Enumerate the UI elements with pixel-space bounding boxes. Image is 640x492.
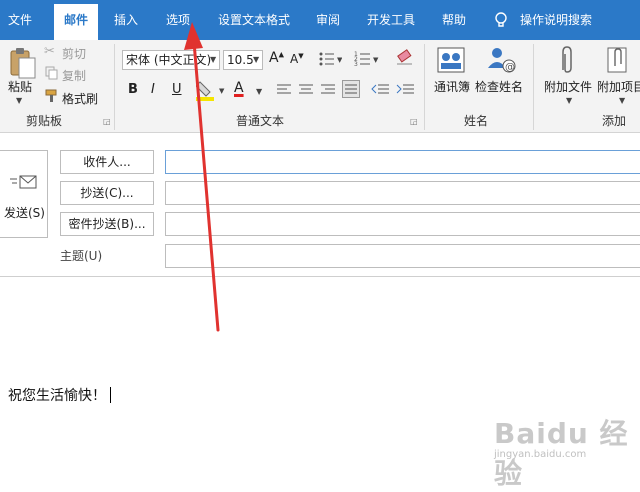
basic-text-launcher-icon[interactable]: ◲ (410, 117, 418, 126)
svg-text:3: 3 (354, 61, 358, 68)
tell-me-search[interactable]: 操作说明搜索 (520, 0, 592, 40)
paste-dropdown-arrow[interactable]: ▼ (16, 96, 22, 105)
alignment-icons[interactable] (277, 83, 341, 97)
clipboard-launcher-icon[interactable]: ◲ (103, 117, 111, 126)
tab-mail[interactable]: 邮件 (54, 4, 99, 40)
svg-text:@: @ (505, 62, 515, 73)
indent-icons[interactable] (371, 82, 419, 96)
justify-icon[interactable] (342, 80, 360, 98)
grow-font-icon[interactable]: A▲ (269, 50, 284, 66)
chevron-down-icon[interactable]: ▼ (253, 55, 259, 64)
attach-item-button[interactable]: 附加项目 (597, 78, 640, 95)
send-label: 发送(S) (4, 206, 45, 220)
tab-review[interactable]: 审阅 (316, 0, 340, 40)
copy-button[interactable]: 复制 (62, 67, 86, 84)
names-group-label: 姓名 (464, 114, 489, 128)
svg-text:▼: ▼ (373, 56, 379, 64)
cut-button[interactable]: 剪切 (62, 45, 86, 62)
numbering-icon[interactable]: 1 2 3 ▼ (354, 50, 380, 68)
text-caret (110, 387, 111, 403)
include-group-label: 添加 (602, 114, 627, 128)
attach-file-button[interactable]: 附加文件 (544, 78, 592, 95)
check-names-button[interactable]: 检查姓名 (475, 78, 523, 95)
header-divider (0, 276, 640, 277)
message-body[interactable]: 祝您生活愉快！ (8, 385, 111, 405)
paste-icon[interactable] (8, 46, 38, 80)
tab-help[interactable]: 帮助 (442, 0, 466, 40)
watermark-url: jingyan.baidu.com (494, 449, 587, 460)
send-icon (10, 175, 37, 189)
group-divider (114, 44, 115, 130)
format-painter-button[interactable]: 格式刷 (62, 90, 98, 107)
group-divider (424, 44, 425, 130)
scissors-icon[interactable]: ✂ (44, 44, 55, 59)
bullets-icon[interactable]: ▼ (318, 50, 342, 68)
bold-button[interactable]: B (128, 82, 138, 97)
annotation-arrow (184, 22, 220, 332)
chevron-down-icon[interactable]: ▼ (566, 96, 572, 105)
tab-insert[interactable]: 插入 (114, 0, 138, 40)
message-body-text: 祝您生活愉快！ (8, 388, 106, 404)
chevron-down-icon[interactable]: ▼ (256, 87, 262, 96)
basic-text-group-label: 普通文本 (236, 114, 285, 128)
tab-file[interactable]: 文件 (8, 0, 32, 40)
address-book-icon[interactable] (436, 46, 466, 74)
copy-icon[interactable] (45, 66, 58, 80)
paperclip-icon[interactable] (556, 44, 578, 76)
shrink-font-icon[interactable]: A▼ (290, 52, 304, 66)
subject-label: 主题(U) (60, 249, 103, 263)
bcc-button[interactable]: 密件抄送(B)... (60, 212, 154, 236)
address-book-button[interactable]: 通讯簿 (434, 78, 470, 95)
to-button[interactable]: 收件人... (60, 150, 154, 174)
clipboard-group-label: 剪贴板 (26, 114, 63, 128)
tab-developer[interactable]: 开发工具 (367, 0, 415, 40)
paste-label[interactable]: 粘贴 (8, 78, 32, 95)
format-painter-icon[interactable] (45, 89, 59, 103)
italic-button[interactable]: I (151, 82, 155, 97)
svg-text:▼: ▼ (337, 56, 342, 64)
chevron-down-icon[interactable]: ▼ (619, 96, 625, 105)
clear-formatting-icon[interactable] (396, 48, 414, 66)
lightbulb-icon (495, 12, 507, 27)
check-names-icon[interactable]: @ (485, 44, 517, 76)
attach-item-icon[interactable] (606, 44, 630, 76)
group-divider (533, 44, 534, 130)
cc-button[interactable]: 抄送(C)... (60, 181, 154, 205)
send-button[interactable] (0, 150, 48, 238)
